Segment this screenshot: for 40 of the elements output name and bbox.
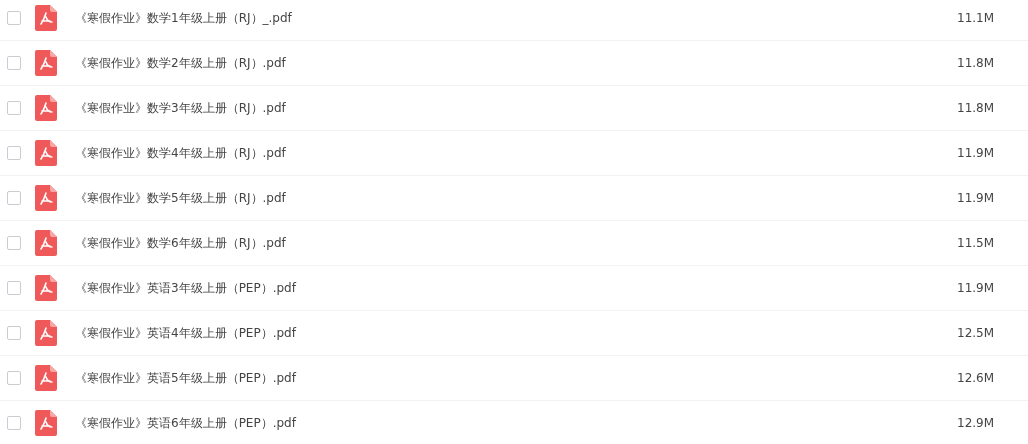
pdf-file-icon: [35, 185, 57, 211]
file-name[interactable]: 《寒假作业》数学6年级上册（RJ）.pdf: [75, 234, 957, 252]
pdf-file-icon: [35, 410, 57, 436]
pdf-file-icon: [35, 230, 57, 256]
file-size: 12.9M: [957, 416, 996, 430]
pdf-file-icon: [35, 5, 57, 31]
file-name[interactable]: 《寒假作业》数学3年级上册（RJ）.pdf: [75, 99, 957, 117]
file-name[interactable]: 《寒假作业》数学2年级上册（RJ）.pdf: [75, 54, 957, 72]
file-size: 11.8M: [957, 56, 996, 70]
pdf-file-icon: [35, 50, 57, 76]
checkbox[interactable]: [7, 191, 21, 205]
checkbox[interactable]: [7, 11, 21, 25]
pdf-file-icon: [35, 320, 57, 346]
pdf-file-icon: [35, 275, 57, 301]
checkbox[interactable]: [7, 371, 21, 385]
file-name[interactable]: 《寒假作业》数学4年级上册（RJ）.pdf: [75, 144, 957, 162]
file-size: 11.1M: [957, 11, 996, 25]
checkbox[interactable]: [7, 101, 21, 115]
file-size: 11.8M: [957, 101, 996, 115]
file-name[interactable]: 《寒假作业》英语4年级上册（PEP）.pdf: [75, 324, 957, 342]
file-name[interactable]: 《寒假作业》英语6年级上册（PEP）.pdf: [75, 414, 957, 432]
checkbox[interactable]: [7, 326, 21, 340]
file-size: 12.6M: [957, 371, 996, 385]
pdf-file-icon: [35, 95, 57, 121]
file-size: 11.9M: [957, 191, 996, 205]
pdf-file-icon: [35, 365, 57, 391]
file-size: 11.9M: [957, 281, 996, 295]
checkbox[interactable]: [7, 281, 21, 295]
file-name[interactable]: 《寒假作业》数学1年级上册（RJ）_.pdf: [75, 9, 957, 27]
pdf-file-icon: [35, 140, 57, 166]
checkbox[interactable]: [7, 416, 21, 430]
file-size: 11.9M: [957, 146, 996, 160]
file-name[interactable]: 《寒假作业》英语3年级上册（PEP）.pdf: [75, 279, 957, 297]
file-name[interactable]: 《寒假作业》英语5年级上册（PEP）.pdf: [75, 369, 957, 387]
file-name[interactable]: 《寒假作业》数学5年级上册（RJ）.pdf: [75, 189, 957, 207]
checkbox[interactable]: [7, 56, 21, 70]
file-size: 12.5M: [957, 326, 996, 340]
checkbox[interactable]: [7, 236, 21, 250]
file-size: 11.5M: [957, 236, 996, 250]
checkbox[interactable]: [7, 146, 21, 160]
